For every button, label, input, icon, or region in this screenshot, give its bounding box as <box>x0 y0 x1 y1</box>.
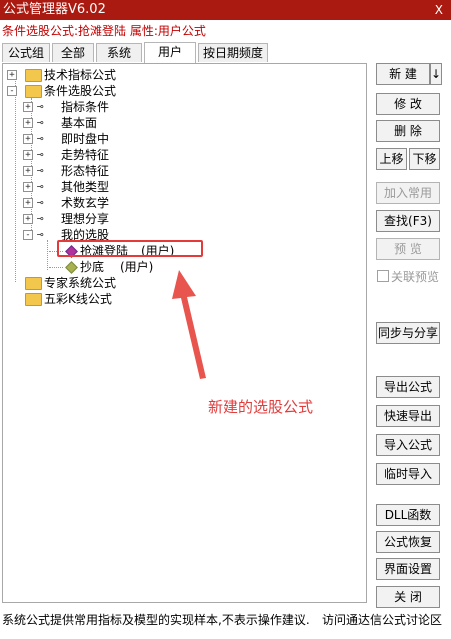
sync-share-button[interactable]: 同步与分享 <box>376 322 440 344</box>
move-up-button[interactable]: 上移 <box>376 148 407 170</box>
close-button[interactable]: 关 闭 <box>376 586 440 608</box>
new-dropdown-arrow[interactable]: ↓ <box>430 63 442 85</box>
annotation-text: 新建的选股公式 <box>208 398 314 416</box>
ui-settings-button[interactable]: 界面设置 <box>376 558 440 580</box>
linked-preview-checkbox[interactable]: 关联预览 <box>377 268 439 285</box>
quick-export-button[interactable]: 快速导出 <box>376 405 440 427</box>
status-text: 系统公式提供常用指标及模型的实现样本,不表示操作建议. <box>2 613 310 627</box>
checkbox-icon <box>377 270 389 282</box>
add-common-button[interactable]: 加入常用 <box>376 182 440 204</box>
import-button[interactable]: 导入公式 <box>376 434 440 456</box>
find-button[interactable]: 查找(F3) <box>376 210 440 232</box>
status-bar: 系统公式提供常用指标及模型的实现样本,不表示操作建议. 访问通达信公式讨论区 <box>2 611 442 628</box>
preview-button[interactable]: 预 览 <box>376 238 440 260</box>
checkbox-label: 关联预览 <box>391 270 440 284</box>
temp-import-button[interactable]: 临时导入 <box>376 463 440 485</box>
dll-function-button[interactable]: DLL函数 <box>376 504 440 526</box>
forum-link[interactable]: 访问通达信公式讨论区 <box>322 611 442 628</box>
move-down-button[interactable]: 下移 <box>409 148 440 170</box>
restore-formula-button[interactable]: 公式恢复 <box>376 531 440 553</box>
delete-button[interactable]: 删 除 <box>376 120 440 142</box>
new-button[interactable]: 新 建 <box>376 63 430 85</box>
export-button[interactable]: 导出公式 <box>376 376 440 398</box>
edit-button[interactable]: 修 改 <box>376 93 440 115</box>
